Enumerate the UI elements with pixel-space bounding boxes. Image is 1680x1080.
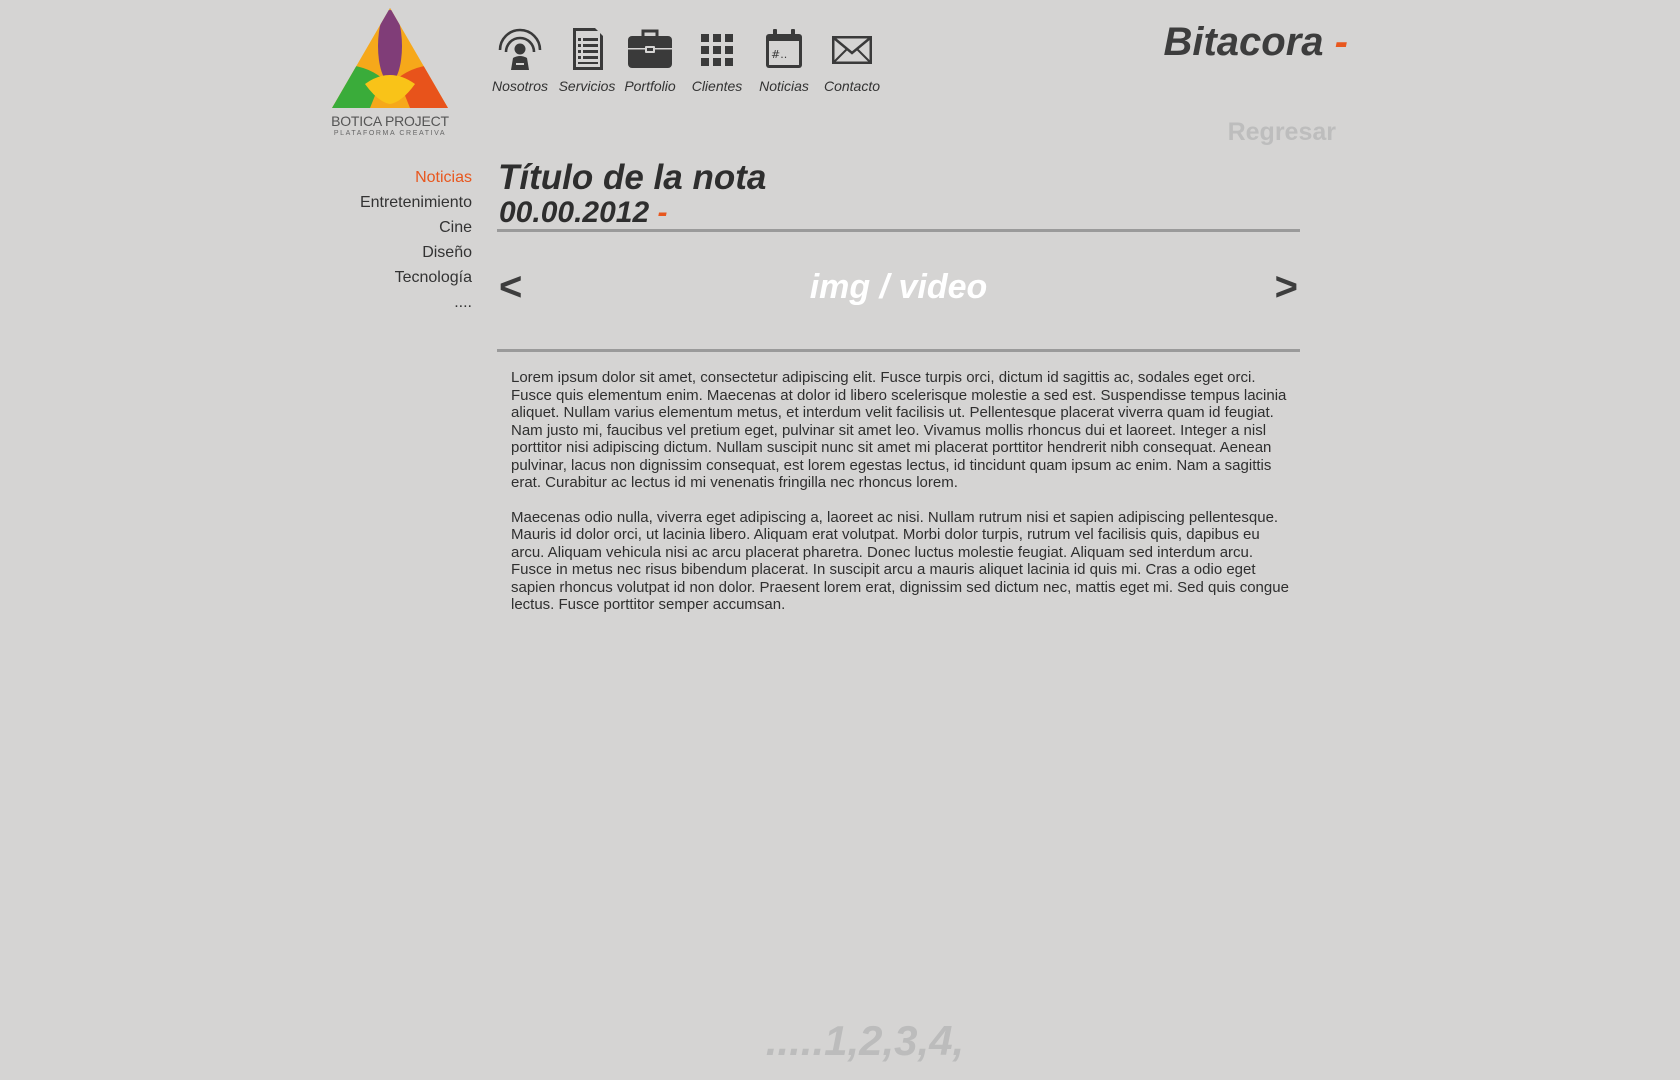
svg-text:#..: #.. <box>771 48 787 61</box>
brand-tagline: PLATAFORMA CREATIVA <box>333 130 447 137</box>
sidebar-item-tecnologia[interactable]: Tecnología <box>300 268 472 293</box>
nav-item-nosotros[interactable]: Nosotros <box>486 26 554 94</box>
back-link[interactable]: Regresar <box>1200 118 1336 147</box>
article-paragraph: Maecenas odio nulla, viverra eget adipis… <box>511 508 1289 614</box>
article-date-dash: - <box>657 196 668 229</box>
category-sidebar: Noticias Entretenimiento Cine Diseño Tec… <box>300 168 472 318</box>
section-title: Bitacora - <box>1120 20 1348 65</box>
divider-bottom <box>497 349 1300 352</box>
article-date-text: 00.00.2012 <box>499 196 650 229</box>
divider-top <box>497 229 1300 232</box>
section-title-text: Bitacora <box>1163 20 1324 64</box>
nav-item-servicios[interactable]: Servicios <box>553 26 621 94</box>
article-body: Lorem ipsum dolor sit amet, consectetur … <box>511 369 1291 631</box>
briefcase-icon <box>628 29 672 68</box>
nav-label: Contacto <box>823 78 881 94</box>
nav-item-portfolio[interactable]: Portfolio <box>616 26 684 94</box>
sidebar-item-diseno[interactable]: Diseño <box>300 243 472 268</box>
article-paragraph: Lorem ipsum dolor sit amet, consectetur … <box>511 369 1287 491</box>
article-title: Título de la nota <box>498 158 767 197</box>
logo[interactable]: BOTICA PROJECT PLATAFORMA CREATIVA <box>330 6 450 140</box>
brand-name: BOTICA PROJECT <box>331 113 449 129</box>
nav-label: Noticias <box>759 78 809 94</box>
sidebar-item-cine[interactable]: Cine <box>300 218 472 243</box>
calendar-icon: #.. <box>766 29 802 68</box>
next-arrow-button[interactable]: > <box>1275 262 1298 312</box>
logo-triangle-icon <box>332 8 448 108</box>
section-title-dash: - <box>1334 20 1348 64</box>
sidebar-item-more[interactable]: .... <box>300 293 472 318</box>
grid-icon <box>701 34 733 66</box>
envelope-icon <box>832 36 872 64</box>
media-placeholder: img / video <box>809 268 988 306</box>
document-list-icon <box>573 28 603 70</box>
nav-item-clientes[interactable]: Clientes <box>683 26 751 94</box>
nav-label: Servicios <box>558 78 616 94</box>
nav-item-noticias[interactable]: #.. Noticias <box>750 26 818 94</box>
nav-item-contacto[interactable]: Contacto <box>818 26 886 94</box>
article-date: 00.00.2012 - <box>499 196 668 230</box>
nav-label: Clientes <box>691 78 743 94</box>
sidebar-item-entretenimiento[interactable]: Entretenimiento <box>300 193 472 218</box>
sidebar-item-noticias[interactable]: Noticias <box>300 168 472 193</box>
pagination[interactable]: .....1,2,3,4, <box>600 1016 1130 1066</box>
media-carousel: < img / video > <box>497 262 1300 312</box>
nav-label: Portfolio <box>624 78 676 94</box>
nav-label: Nosotros <box>491 78 549 94</box>
person-broadcast-icon <box>498 28 542 70</box>
